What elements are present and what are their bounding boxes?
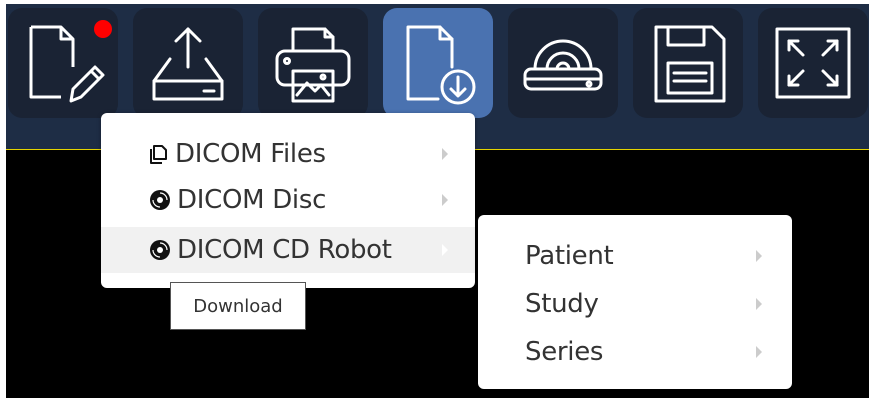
disc-drive-icon bbox=[523, 39, 603, 91]
copy-files-icon bbox=[150, 145, 167, 164]
chevron-right-icon bbox=[756, 298, 762, 310]
chevron-right-icon bbox=[756, 346, 762, 358]
print-button[interactable] bbox=[258, 8, 368, 118]
chevron-right-icon bbox=[756, 250, 762, 262]
submenu-item-study[interactable]: Study bbox=[478, 281, 792, 327]
fullscreen-button[interactable] bbox=[758, 8, 868, 118]
upload-tray-icon bbox=[152, 27, 224, 101]
submenu-item-label: Patient bbox=[525, 241, 614, 271]
submenu-item-series[interactable]: Series bbox=[478, 329, 792, 375]
print-image-icon bbox=[275, 27, 351, 103]
menu-item-dicom-cd-robot[interactable]: DICOM CD Robot bbox=[101, 227, 475, 273]
submenu-item-label: Study bbox=[525, 289, 599, 319]
disc-icon bbox=[150, 190, 170, 210]
download-button[interactable] bbox=[383, 8, 493, 118]
menu-item-dicom-files[interactable]: DICOM Files bbox=[101, 131, 475, 177]
download-menu: DICOM Files DICOM Disc DICOM CD Robot bbox=[101, 113, 475, 288]
chevron-right-icon bbox=[442, 244, 448, 256]
submenu-item-patient[interactable]: Patient bbox=[478, 233, 792, 279]
tooltip-text: Download bbox=[193, 295, 283, 317]
download-tooltip: Download bbox=[170, 282, 306, 330]
upload-button[interactable] bbox=[133, 8, 243, 118]
notification-dot bbox=[94, 20, 112, 38]
save-floppy-icon bbox=[654, 25, 726, 103]
submenu-item-label: Series bbox=[525, 337, 604, 367]
menu-item-label: DICOM Disc bbox=[177, 185, 327, 215]
menu-item-label: DICOM Files bbox=[175, 139, 326, 169]
edit-report-button[interactable] bbox=[8, 8, 118, 118]
chevron-right-icon bbox=[442, 148, 448, 160]
chevron-right-icon bbox=[442, 194, 448, 206]
cd-robot-submenu: Patient Study Series bbox=[478, 215, 792, 389]
disc-icon bbox=[150, 240, 170, 260]
download-document-icon bbox=[406, 25, 476, 105]
save-button[interactable] bbox=[633, 8, 743, 118]
menu-item-label: DICOM CD Robot bbox=[177, 235, 392, 265]
fullscreen-icon bbox=[775, 27, 851, 99]
menu-item-dicom-disc[interactable]: DICOM Disc bbox=[101, 177, 475, 223]
disc-drive-button[interactable] bbox=[508, 8, 618, 118]
